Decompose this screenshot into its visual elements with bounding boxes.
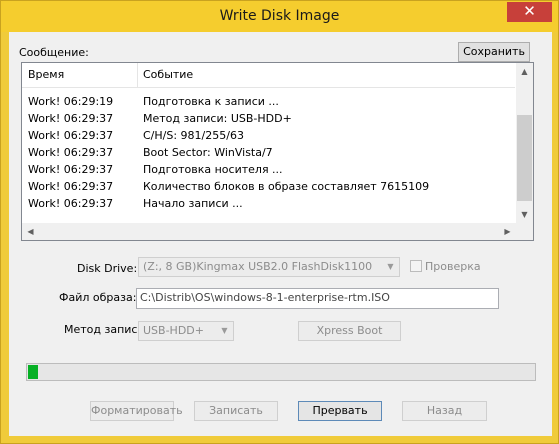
log-header: Время Событие xyxy=(22,63,515,88)
scroll-left-icon[interactable]: ◀ xyxy=(22,223,39,240)
close-icon: ✕ xyxy=(523,2,536,20)
write-progress-bar xyxy=(26,363,536,381)
scrollbar-corner xyxy=(516,223,533,240)
message-label: Сообщение: xyxy=(19,46,89,59)
log-row[interactable]: Work! 06:29:37 C/H/S: 981/255/63 xyxy=(22,128,515,145)
close-button[interactable]: ✕ xyxy=(507,2,552,22)
log-row[interactable]: Work! 06:29:37 Подготовка носителя ... xyxy=(22,162,515,179)
image-file-input[interactable]: C:\Distrib\OS\windows-8-1-enterprise-rtm… xyxy=(136,288,499,309)
vertical-scroll-thumb[interactable] xyxy=(517,115,532,201)
disk-drive-select[interactable]: (Z:, 8 GB)Kingmax USB2.0 FlashDisk1100 ▼ xyxy=(138,257,400,277)
column-header-event[interactable]: Событие xyxy=(143,68,193,81)
column-divider[interactable] xyxy=(137,63,138,87)
chevron-down-icon: ▼ xyxy=(221,326,228,335)
window-title: Write Disk Image xyxy=(219,8,340,24)
log-vertical-scrollbar[interactable]: ▲ ▼ xyxy=(516,63,533,223)
write-button[interactable]: Записать xyxy=(194,401,278,421)
log-row[interactable]: Work! 06:29:19 Подготовка к записи ... xyxy=(22,94,515,111)
log-time: Work! 06:29:37 xyxy=(28,180,114,193)
log-row[interactable]: Work! 06:29:37 Количество блоков в образ… xyxy=(22,179,515,196)
scroll-up-icon[interactable]: ▲ xyxy=(516,63,533,80)
progress-fill xyxy=(28,365,38,379)
image-file-label: Файл образа: xyxy=(59,291,137,304)
write-method-select[interactable]: USB-HDD+ ▼ xyxy=(138,321,234,341)
log-horizontal-scrollbar[interactable]: ◀ ▶ xyxy=(22,223,516,240)
log-row[interactable]: Work! 06:29:37 Boot Sector: WinVista/7 xyxy=(22,145,515,162)
log-row[interactable]: Work! 06:29:37 Начало записи ... xyxy=(22,196,515,213)
save-log-button[interactable]: Сохранить xyxy=(458,42,530,62)
verify-checkbox[interactable] xyxy=(410,260,422,272)
log-event: Метод записи: USB-HDD+ xyxy=(143,112,292,125)
verify-label: Проверка xyxy=(425,260,481,273)
log-time: Work! 06:29:37 xyxy=(28,197,114,210)
log-event: Boot Sector: WinVista/7 xyxy=(143,146,273,159)
log-row[interactable]: Work! 06:29:37 Метод записи: USB-HDD+ xyxy=(22,111,515,128)
dialog-body: Сообщение: Сохранить Время Событие Work!… xyxy=(9,32,552,436)
write-method-label: Метод записи: xyxy=(64,323,149,336)
log-time: Work! 06:29:37 xyxy=(28,112,114,125)
column-header-time[interactable]: Время xyxy=(28,68,64,81)
log-time: Work! 06:29:37 xyxy=(28,146,114,159)
log-event: C/H/S: 981/255/63 xyxy=(143,129,244,142)
disk-drive-label: Disk Drive: xyxy=(77,262,138,275)
write-disk-image-window: Write Disk Image ✕ Сообщение: Сохранить … xyxy=(0,0,559,444)
log-event: Количество блоков в образе составляет 76… xyxy=(143,180,430,193)
write-method-value: USB-HDD+ xyxy=(143,324,204,337)
abort-button[interactable]: Прервать xyxy=(298,401,382,421)
log-time: Work! 06:29:19 xyxy=(28,95,114,108)
log-event: Подготовка к записи ... xyxy=(143,95,279,108)
message-log-list[interactable]: Время Событие Work! 06:29:19 Подготовка … xyxy=(21,62,534,241)
log-event: Подготовка носителя ... xyxy=(143,163,283,176)
chevron-down-icon: ▼ xyxy=(387,262,394,271)
title-bar[interactable]: Write Disk Image ✕ xyxy=(1,1,558,32)
log-event: Начало записи ... xyxy=(143,197,243,210)
scroll-right-icon[interactable]: ▶ xyxy=(499,223,516,240)
scroll-down-icon[interactable]: ▼ xyxy=(516,206,533,223)
format-button[interactable]: Форматировать xyxy=(90,401,183,421)
xpress-boot-button[interactable]: Xpress Boot xyxy=(298,321,401,341)
disk-drive-value: (Z:, 8 GB)Kingmax USB2.0 FlashDisk1100 xyxy=(143,260,373,273)
log-time: Work! 06:29:37 xyxy=(28,163,114,176)
log-time: Work! 06:29:37 xyxy=(28,129,114,142)
back-button[interactable]: Назад xyxy=(402,401,487,421)
